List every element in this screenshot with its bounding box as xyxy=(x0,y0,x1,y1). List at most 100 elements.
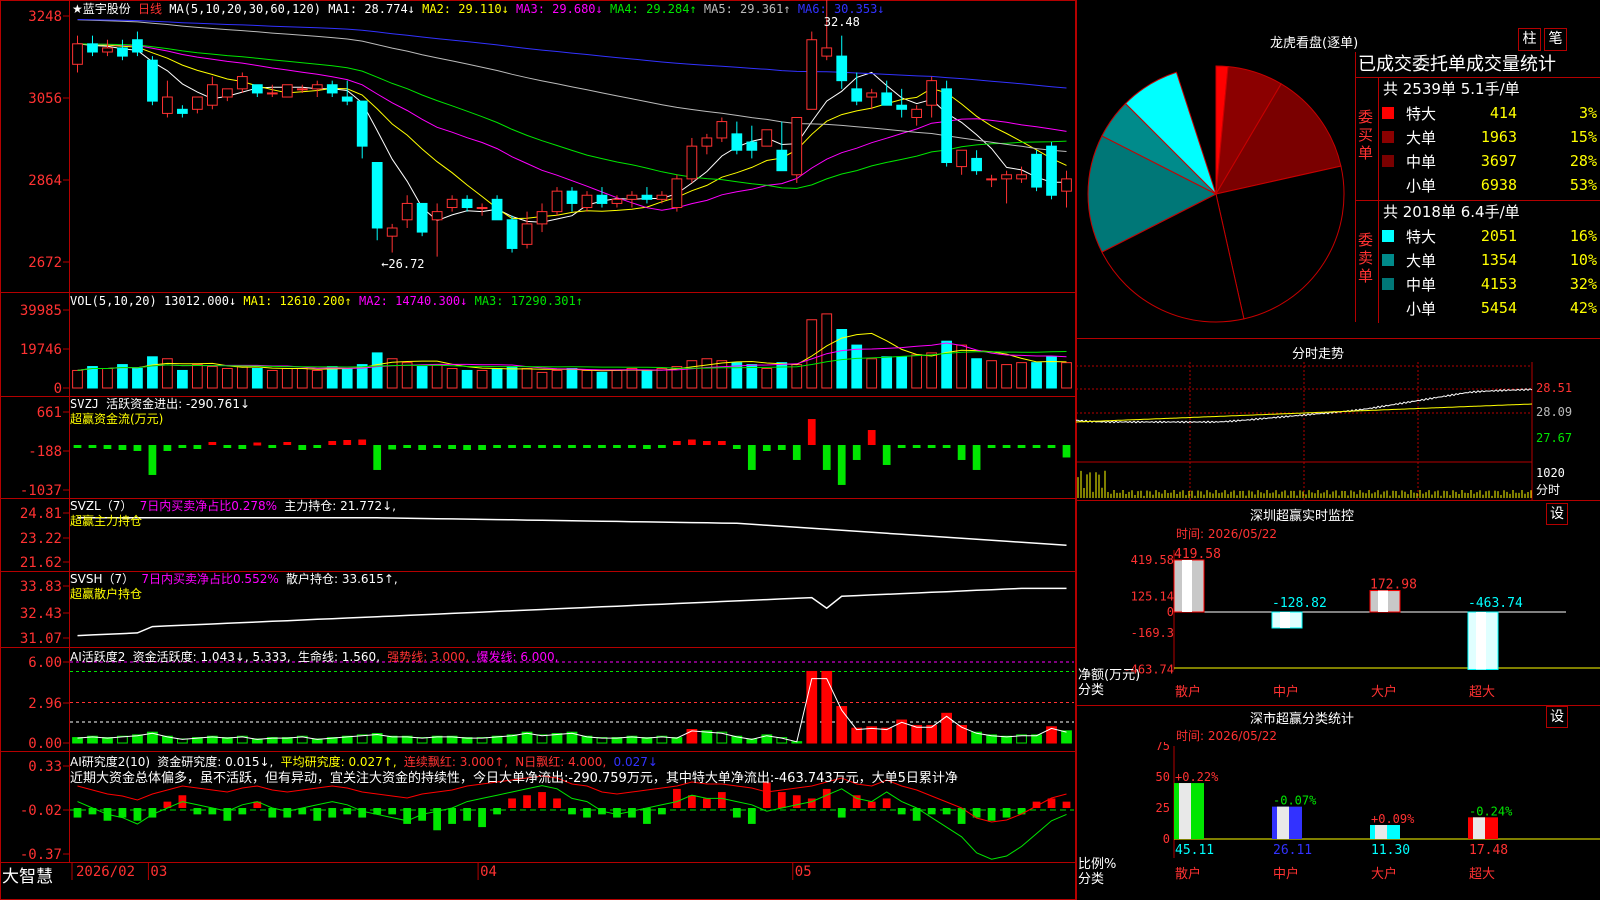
candle xyxy=(102,39,113,57)
sz-y-label: 0 xyxy=(1167,605,1174,619)
candle xyxy=(896,88,908,118)
candle-body xyxy=(716,121,728,139)
order-count: 2051 xyxy=(1480,227,1517,245)
sz-monitor-settings-button[interactable]: 设 xyxy=(1546,503,1568,525)
date-label: 04 xyxy=(480,864,497,880)
order-count: 5454 xyxy=(1480,299,1517,317)
candle xyxy=(551,187,563,216)
sz-y-label: 419.58 xyxy=(1131,553,1174,567)
fund-flow-bar xyxy=(837,445,846,485)
sz-bar-shine xyxy=(1182,560,1192,612)
order-type: 小单 xyxy=(1406,177,1437,195)
volume-bar xyxy=(776,362,788,389)
volume-bar xyxy=(416,366,428,389)
fund-flow-bar xyxy=(912,445,921,448)
volume-bar xyxy=(236,366,248,389)
ai-avg-research: 平均研究度: 0.027↑, xyxy=(280,755,397,769)
candle xyxy=(806,31,818,110)
intraday-chart[interactable]: 28.51 28.09 27.67 1020 分时 xyxy=(1076,362,1600,500)
candle-body xyxy=(132,39,143,53)
candle xyxy=(206,76,218,110)
order-type: 特大 xyxy=(1406,228,1437,246)
fund-flow-bar xyxy=(1047,445,1056,448)
volume-bar xyxy=(326,366,338,389)
candle xyxy=(356,100,368,159)
fund-flow-bar xyxy=(268,445,277,448)
candle-body xyxy=(821,47,833,57)
candle-body xyxy=(341,96,353,102)
stats-title: 已成交委托单成交量统计 xyxy=(1356,52,1600,78)
svzl-panel-header: SVZL（7） 7日内买卖净占比0.278% 主力持仓: 21.772↓, 超赢… xyxy=(70,499,396,529)
cls-bar-shine xyxy=(1179,783,1191,839)
legend-swatch xyxy=(1382,107,1394,119)
candle-body xyxy=(461,198,473,209)
research-bar xyxy=(927,808,936,815)
candle xyxy=(177,105,188,118)
stock-name[interactable]: ★蓝宇股份 xyxy=(72,2,131,16)
order-percent: 28% xyxy=(1569,152,1597,170)
volume-bar xyxy=(536,371,548,389)
fund-flow-bar xyxy=(762,445,771,451)
bar-mode-button[interactable]: 柱 xyxy=(1518,28,1541,51)
cls-bar xyxy=(1468,817,1498,839)
candle-body xyxy=(851,88,863,102)
ai-summary-text: 近期大资金总体偏多，虽不活跃，但有异动，宜关注大资金的持续性，今日大单净流出:-… xyxy=(70,771,958,786)
fund-flow-bar xyxy=(388,445,397,450)
candle xyxy=(746,125,758,159)
order-count: 3697 xyxy=(1480,152,1517,170)
volume-bar xyxy=(926,352,938,389)
vol-value-3: MA2: 14740.300↓ xyxy=(351,294,468,308)
ai-active-tick-label: 0.00 xyxy=(28,736,62,752)
order-percent: 3% xyxy=(1578,104,1597,122)
tick-mode-button[interactable]: 笔 xyxy=(1544,28,1567,51)
research-bar xyxy=(268,808,277,818)
research-bar xyxy=(807,798,816,808)
candle xyxy=(326,80,338,98)
sz-bar xyxy=(1271,611,1303,629)
legend-swatch xyxy=(1382,131,1394,143)
svzj-text: 活跃资金进出: -290.761↓ xyxy=(106,397,251,411)
candle xyxy=(401,195,413,228)
svzj-subtitle: 超赢资金流(万元) xyxy=(70,412,164,426)
svzl-label: SVZL（7） xyxy=(70,499,133,513)
cls-value-label: 11.30 xyxy=(1371,843,1410,858)
candle-body xyxy=(671,178,683,209)
volume-bar xyxy=(491,368,503,389)
volume-bar xyxy=(266,369,278,389)
fund-flow-bar xyxy=(1032,445,1041,448)
research-bar xyxy=(673,788,681,808)
research-bar xyxy=(538,792,546,808)
candle xyxy=(926,76,938,118)
fund-flow-bar xyxy=(987,445,996,448)
cls-bar xyxy=(1174,783,1204,839)
sz-bar-label: -128.82 xyxy=(1272,596,1327,611)
research-bar xyxy=(478,808,486,828)
candle-body xyxy=(251,84,263,94)
candle-body xyxy=(72,43,83,65)
svzl-tick-label: 23.22 xyxy=(20,531,62,547)
cls-value-label: 17.48 xyxy=(1469,843,1508,858)
svzj-panel-header: SVZJ 活跃资金进出: -290.761↓ 超赢资金流(万元) xyxy=(70,397,250,427)
fund-flow-bar xyxy=(1002,445,1011,448)
order-stats-table: 已成交委托单成交量统计 共 2539单 5.1手/单 委买单 特大 414 3% 大单 19… xyxy=(1355,52,1600,323)
order-summary: 共 2018单 6.4手/单 xyxy=(1383,203,1520,221)
volume-bar xyxy=(296,368,308,389)
cls-settings-button[interactable]: 设 xyxy=(1546,706,1568,728)
fund-flow-bar xyxy=(493,445,501,448)
research-bar xyxy=(688,795,696,808)
ai-research-extra: 0.027↓ xyxy=(613,755,658,769)
candle-body xyxy=(491,198,503,221)
fund-flow-bar xyxy=(253,442,262,446)
research-bar xyxy=(118,808,127,818)
candle-body xyxy=(701,137,713,147)
sz-bar-label: 419.58 xyxy=(1174,547,1221,562)
fund-flow-bar xyxy=(163,445,172,451)
fund-flow-bar xyxy=(1017,445,1026,448)
order-count: 414 xyxy=(1489,104,1517,122)
research-bar xyxy=(702,798,711,808)
activity-bar xyxy=(941,712,952,744)
research-bar xyxy=(897,808,906,815)
candle-body xyxy=(236,76,248,90)
period-label[interactable]: 日线 xyxy=(138,2,162,16)
fund-flow-bar xyxy=(777,445,786,450)
